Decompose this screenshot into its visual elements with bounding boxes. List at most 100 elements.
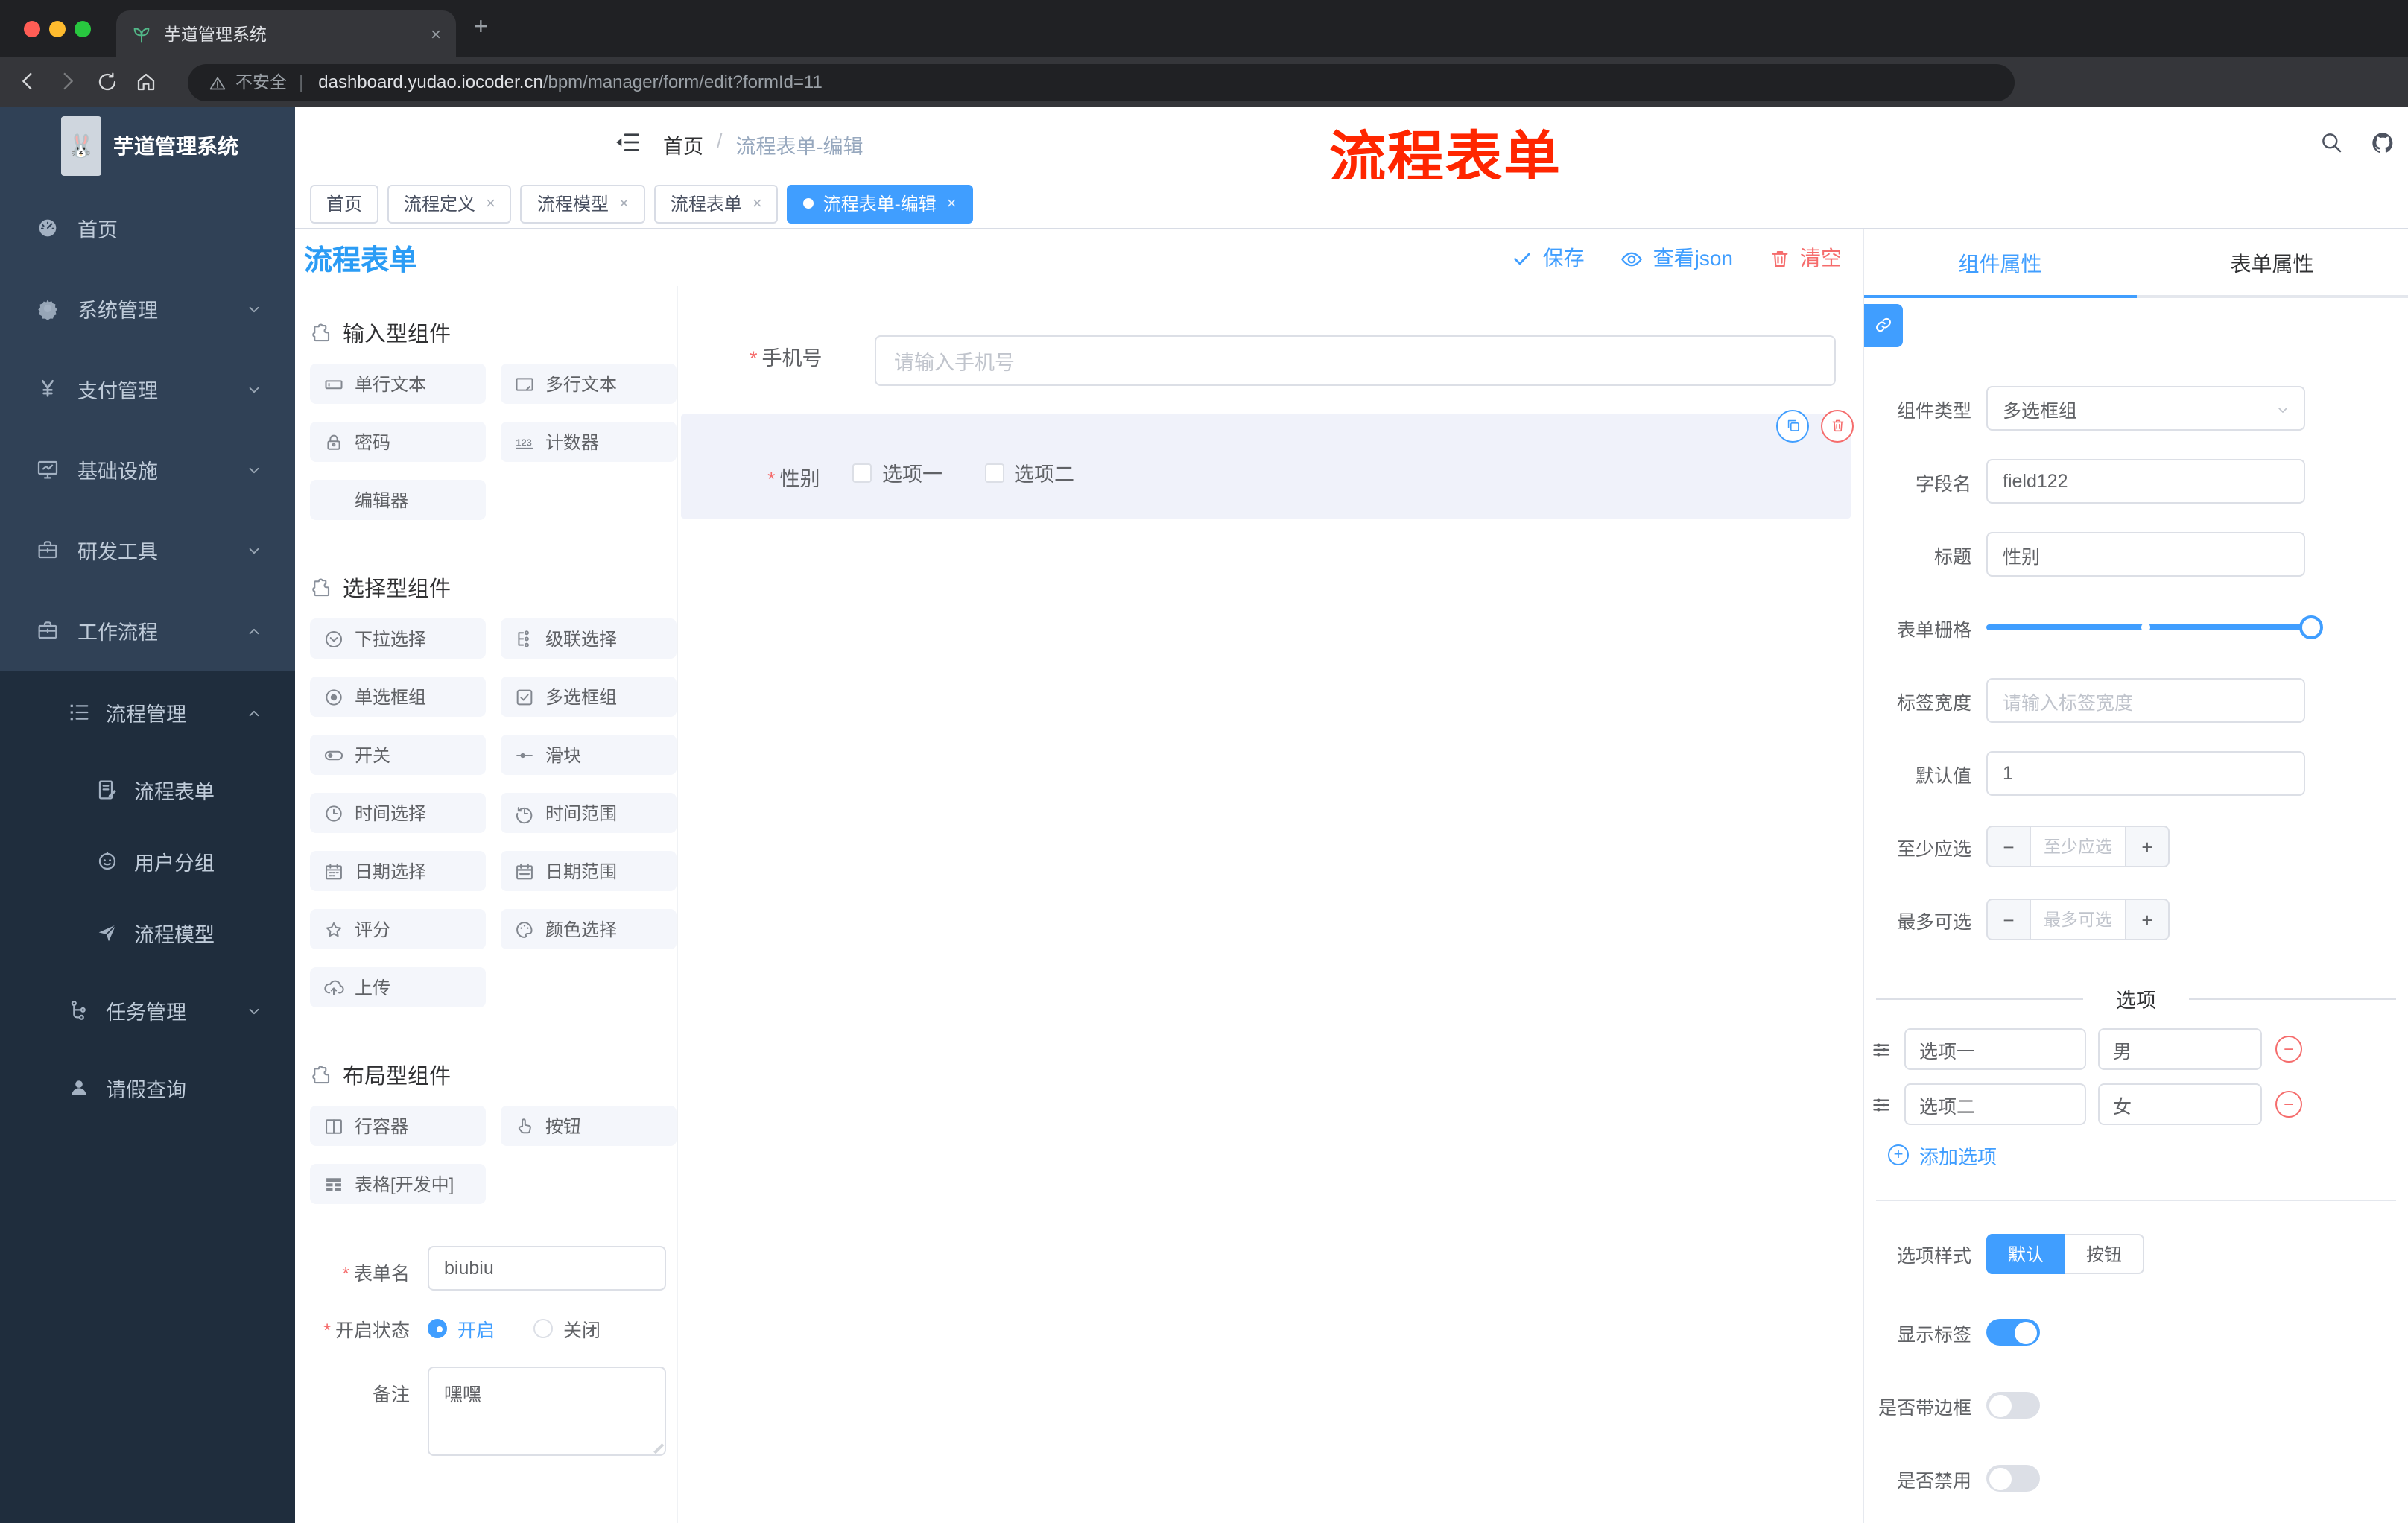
drag-handle-icon[interactable]: [1870, 1038, 1892, 1060]
option-value-input[interactable]: 男: [2098, 1028, 2262, 1070]
min-select-input[interactable]: 至少应选: [2030, 827, 2126, 866]
plus-button[interactable]: +: [2126, 900, 2168, 939]
breadcrumb-home[interactable]: 首页: [663, 130, 703, 159]
view-json-button[interactable]: 查看json: [1620, 243, 1733, 273]
palette-item-多行文本[interactable]: 多行文本: [501, 364, 677, 404]
reload-icon[interactable]: [95, 69, 119, 95]
palette-item-颜色选择[interactable]: 颜色选择: [501, 909, 677, 949]
palette-item-行容器[interactable]: 行容器: [310, 1106, 486, 1146]
option-value-input[interactable]: 女: [2098, 1083, 2262, 1125]
palette-item-密码[interactable]: 密码: [310, 422, 486, 462]
status-radio-off[interactable]: 关闭: [533, 1313, 601, 1343]
sidebar-item-系统管理[interactable]: 系统管理: [0, 268, 295, 349]
window-minimize-button[interactable]: [49, 20, 66, 37]
drag-handle-icon[interactable]: [1870, 1093, 1892, 1115]
page-tab-流程定义[interactable]: 流程定义 ×: [387, 184, 512, 223]
home-icon[interactable]: [134, 69, 158, 95]
form-name-input[interactable]: biubiu: [428, 1246, 666, 1291]
clear-button[interactable]: 清空: [1769, 243, 1842, 273]
palette-item-按钮[interactable]: 按钮: [501, 1106, 677, 1146]
search-icon[interactable]: [2319, 130, 2344, 156]
sidebar-fold-icon[interactable]: [614, 128, 642, 156]
sidebar-item-请假查询[interactable]: 请假查询: [0, 1052, 295, 1124]
palette-item-下拉选择[interactable]: 下拉选择: [310, 618, 486, 659]
palette-item-单选框组[interactable]: 单选框组: [310, 677, 486, 717]
page-tab-流程表单[interactable]: 流程表单 ×: [653, 184, 779, 223]
tab-component-props[interactable]: 组件属性: [1864, 229, 2136, 298]
style-default-button[interactable]: 默认: [1986, 1233, 2065, 1273]
selected-component-row[interactable]: 性别 选项一 选项二: [681, 414, 1851, 519]
palette-item-时间范围[interactable]: 时间范围: [501, 793, 677, 833]
label-width-input[interactable]: 请输入标签宽度: [1986, 678, 2305, 723]
status-radio-on[interactable]: 开启: [428, 1313, 495, 1343]
new-tab-button[interactable]: +: [474, 16, 488, 40]
option-label-input[interactable]: 选项一: [1904, 1028, 2086, 1070]
delete-component-button[interactable]: [1821, 410, 1854, 443]
page-tab-首页[interactable]: 首页: [310, 184, 379, 223]
grid-slider[interactable]: [1986, 605, 2323, 650]
github-icon[interactable]: [2369, 130, 2396, 156]
toggle-是否带边框[interactable]: [1986, 1392, 2040, 1419]
sidebar-item-用户分组[interactable]: 用户分组: [0, 826, 295, 897]
palette-item-编辑器[interactable]: 编辑器: [310, 480, 486, 520]
tab-close-icon[interactable]: ×: [947, 194, 957, 212]
tab-close-icon[interactable]: ×: [619, 194, 629, 212]
palette-item-日期范围[interactable]: 日期范围: [501, 851, 677, 891]
palette-item-日期选择[interactable]: 日期选择: [310, 851, 486, 891]
tab-close-icon[interactable]: ×: [486, 194, 495, 212]
field-name-input[interactable]: field122: [1986, 459, 2305, 504]
sidebar-item-流程表单[interactable]: 流程表单: [0, 754, 295, 826]
sidebar-item-基础设施[interactable]: 基础设施: [0, 429, 295, 510]
tab-form-props[interactable]: 表单属性: [2136, 229, 2408, 298]
sidebar-item-流程模型[interactable]: 流程模型: [0, 897, 295, 969]
sidebar-item-工作流程[interactable]: 工作流程: [0, 590, 295, 671]
link-tag-button[interactable]: [1864, 304, 1903, 347]
tab-close-icon[interactable]: ×: [431, 23, 441, 44]
tab-close-icon[interactable]: ×: [752, 194, 762, 212]
palette-item-上传[interactable]: 上传: [310, 967, 486, 1007]
component-type-select[interactable]: 多选框组: [1986, 386, 2305, 431]
toggle-是否禁用[interactable]: [1986, 1465, 2040, 1492]
palette-item-单行文本[interactable]: 单行文本: [310, 364, 486, 404]
sidebar-item-首页[interactable]: 首页: [0, 188, 295, 268]
copy-component-button[interactable]: [1776, 410, 1809, 443]
palette-item-时间选择[interactable]: 时间选择: [310, 793, 486, 833]
sidebar-item-研发工具[interactable]: 研发工具: [0, 510, 295, 590]
browser-tab[interactable]: 芋道管理系统 ×: [116, 10, 456, 57]
forward-icon[interactable]: [55, 69, 80, 95]
palette-item-表格[开发中][interactable]: 表格[开发中]: [310, 1164, 486, 1204]
plus-button[interactable]: +: [2126, 827, 2168, 866]
page-tab-流程表单-编辑[interactable]: 流程表单-编辑 ×: [787, 184, 973, 223]
default-value-input[interactable]: 1: [1986, 751, 2305, 796]
window-close-button[interactable]: [24, 20, 40, 37]
minus-button[interactable]: −: [1988, 827, 2030, 866]
palette-item-开关[interactable]: 开关: [310, 735, 486, 775]
option-label-input[interactable]: 选项二: [1904, 1083, 2086, 1125]
window-maximize-button[interactable]: [75, 20, 91, 37]
remove-option-button[interactable]: −: [2275, 1091, 2302, 1118]
form-remark-textarea[interactable]: 嘿嘿: [428, 1367, 666, 1456]
title-input[interactable]: 性别: [1986, 532, 2305, 577]
address-bar[interactable]: 不安全 | dashboard.yudao.iocoder.cn/bpm/man…: [188, 63, 2015, 101]
max-select-input[interactable]: 最多可选: [2030, 900, 2126, 939]
palette-item-评分[interactable]: 评分: [310, 909, 486, 949]
remove-option-button[interactable]: −: [2275, 1036, 2302, 1063]
minus-button[interactable]: −: [1988, 900, 2030, 939]
palette-item-滑块[interactable]: 滑块: [501, 735, 677, 775]
palette-item-级联选择[interactable]: 级联选择: [501, 618, 677, 659]
sidebar-item-任务管理[interactable]: 任务管理: [0, 969, 295, 1052]
phone-input[interactable]: 请输入手机号: [875, 335, 1836, 386]
slider-handle[interactable]: [2299, 615, 2323, 639]
toggle-显示标签[interactable]: [1986, 1319, 2040, 1346]
sidebar-item-流程管理[interactable]: 流程管理: [0, 671, 295, 754]
page-tab-流程模型[interactable]: 流程模型 ×: [520, 184, 645, 223]
sidebar-item-支付管理[interactable]: 支付管理: [0, 349, 295, 429]
back-icon[interactable]: [15, 69, 40, 95]
add-option-link[interactable]: + 添加选项: [1888, 1140, 2408, 1170]
style-button-button[interactable]: 按钮: [2065, 1233, 2144, 1273]
gender-option-选项二[interactable]: 选项二: [984, 457, 1074, 487]
palette-item-多选框组[interactable]: 多选框组: [501, 677, 677, 717]
palette-item-计数器[interactable]: 123 计数器: [501, 422, 677, 462]
gender-option-选项一[interactable]: 选项一: [852, 457, 942, 487]
save-button[interactable]: 保存: [1512, 243, 1585, 273]
